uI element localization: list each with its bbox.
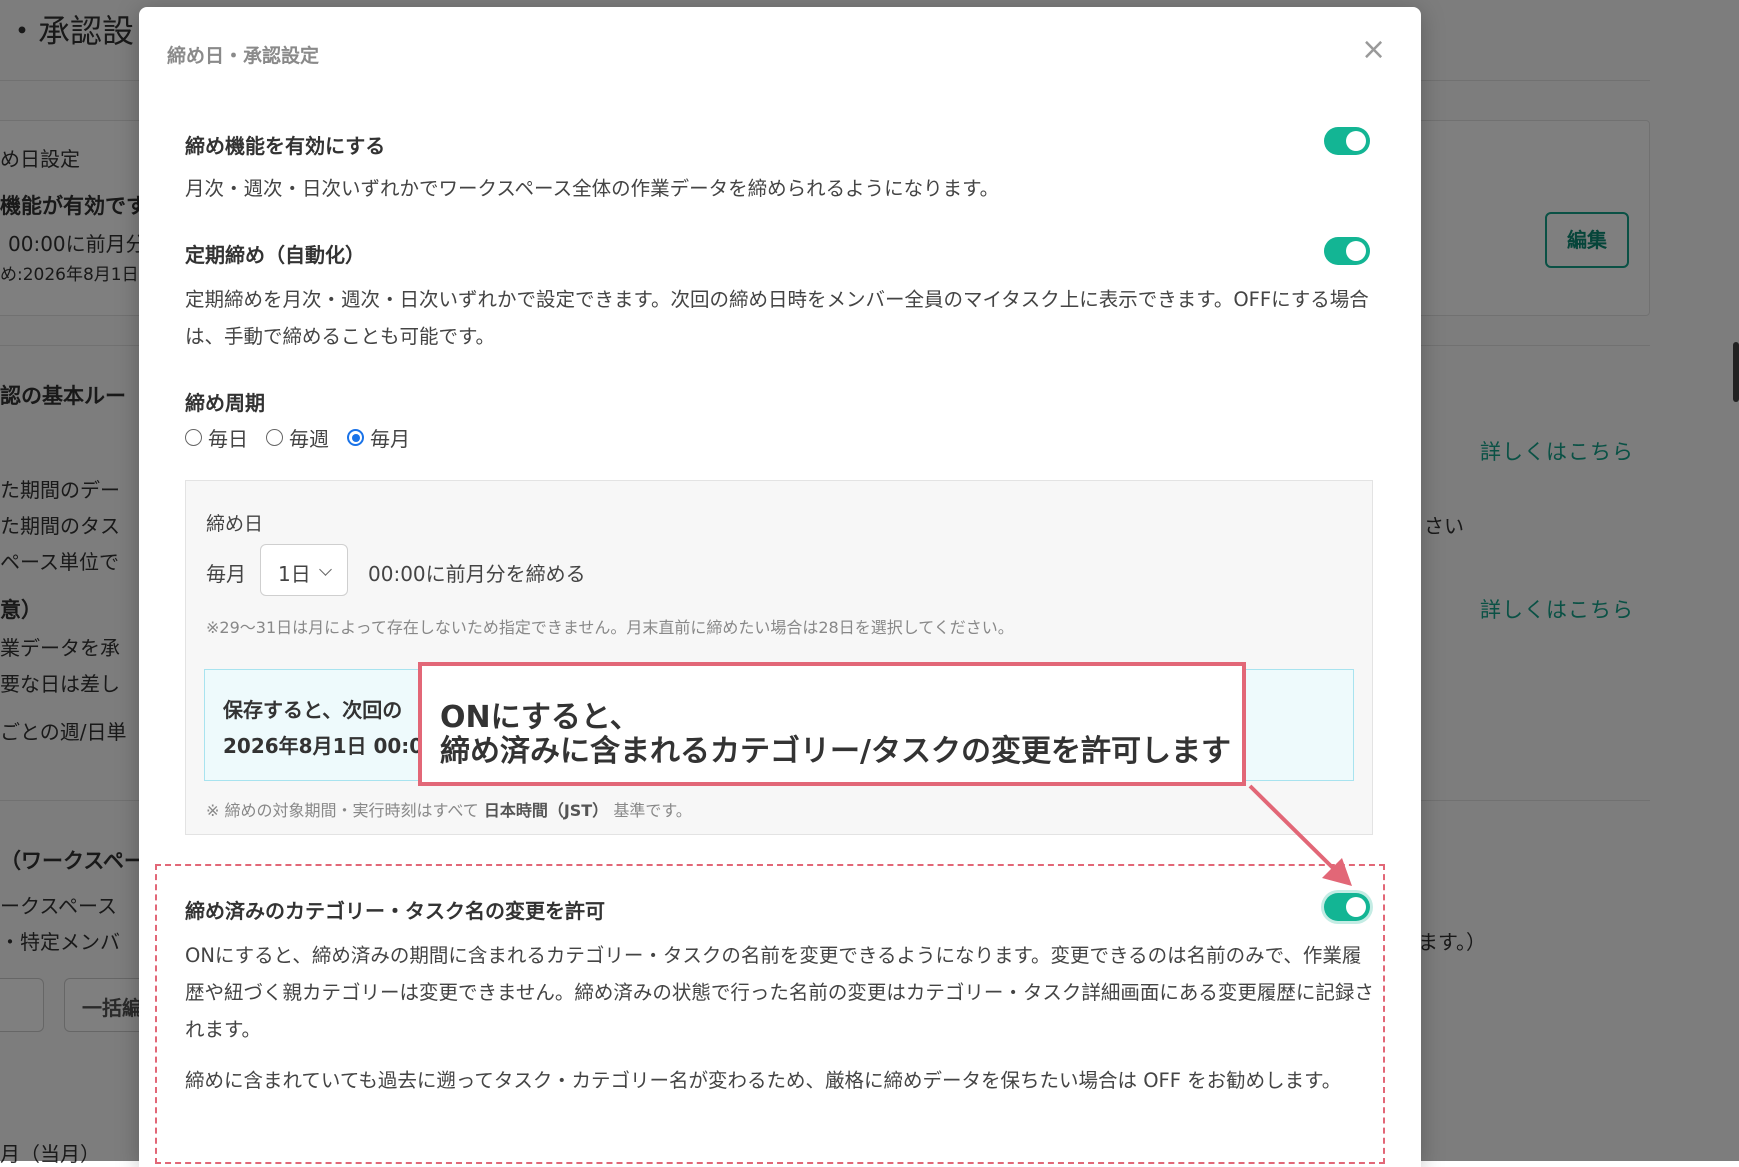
auto-closing-description: 定期締めを月次・週次・日次いずれかで設定できます。次回の締め日時をメンバー全員の…: [185, 288, 1369, 348]
radio-label: 毎週: [289, 427, 329, 451]
timezone-note-prefix: ※ 締めの対象期間・実行時刻はすべて: [206, 801, 479, 820]
scrollbar-thumb[interactable]: [1733, 342, 1739, 402]
closing-time-text: 00:00に前月分を締める: [368, 562, 586, 586]
auto-closing-title: 定期締め（自動化）: [185, 243, 365, 267]
cycle-title: 締め周期: [185, 391, 265, 415]
every-month-label: 毎月: [206, 562, 246, 586]
enable-closing-title: 締め機能を有効にする: [185, 134, 386, 158]
closing-day-note: ※29〜31日は月によって存在しないため指定できません。月末直前に締めたい場合は…: [206, 618, 1014, 637]
radio-circle-selected: [347, 429, 364, 446]
toggle-knob: [1346, 897, 1366, 917]
modal-title: 締め日・承認設定: [167, 45, 320, 67]
radio-daily[interactable]: 毎日: [185, 423, 248, 452]
radio-label: 毎日: [208, 427, 248, 451]
notice-line2: 2026年8月1日 00:0: [223, 734, 424, 758]
radio-circle: [185, 429, 202, 446]
annotation-callout: ONにすると、 締め済みに含まれるカテゴリー/タスクの変更を許可します: [418, 662, 1246, 786]
enable-closing-toggle[interactable]: [1324, 127, 1370, 155]
close-icon[interactable]: ×: [1361, 35, 1386, 65]
closing-day-select[interactable]: 1日: [260, 544, 348, 596]
notice-line1: 保存すると、次回の: [223, 698, 403, 722]
enable-closing-description: 月次・週次・日次いずれかでワークスペース全体の作業データを締められるようになりま…: [185, 177, 1000, 200]
cycle-radio-group: 毎日 毎週 毎月: [185, 423, 428, 452]
chevron-down-icon: [319, 563, 332, 576]
radio-weekly[interactable]: 毎週: [266, 423, 329, 452]
radio-circle: [266, 429, 283, 446]
toggle-knob: [1346, 131, 1366, 151]
timezone-note-suffix: 基準です。: [613, 801, 692, 820]
radio-monthly[interactable]: 毎月: [347, 423, 410, 452]
allow-rename-title: 締め済みのカテゴリー・タスク名の変更を許可: [185, 899, 605, 923]
closing-day-value: 1日: [278, 562, 311, 586]
allow-rename-description: ONにすると、締め済みの期間に含まれるカテゴリー・タスクの名前を変更できるように…: [185, 944, 1374, 1041]
closing-day-label: 締め日: [206, 513, 264, 535]
closing-approval-modal: 締め日・承認設定 × 締め機能を有効にする 月次・週次・日次いずれかでワークスペ…: [139, 7, 1421, 1167]
timezone-note-bold: 日本時間（JST）: [483, 801, 609, 820]
annotation-line2: 締め済みに含まれるカテゴリー/タスクの変更を許可します: [440, 734, 1231, 769]
timezone-note: ※ 締めの対象期間・実行時刻はすべて 日本時間（JST） 基準です。: [206, 797, 692, 821]
allow-rename-description-2: 締めに含まれていても過去に遡ってタスク・カテゴリー名が変わるため、厳格に締めデー…: [185, 1069, 1342, 1092]
radio-label: 毎月: [370, 427, 410, 451]
auto-closing-toggle[interactable]: [1324, 237, 1370, 265]
allow-rename-toggle[interactable]: [1324, 893, 1370, 921]
toggle-knob: [1346, 241, 1366, 261]
